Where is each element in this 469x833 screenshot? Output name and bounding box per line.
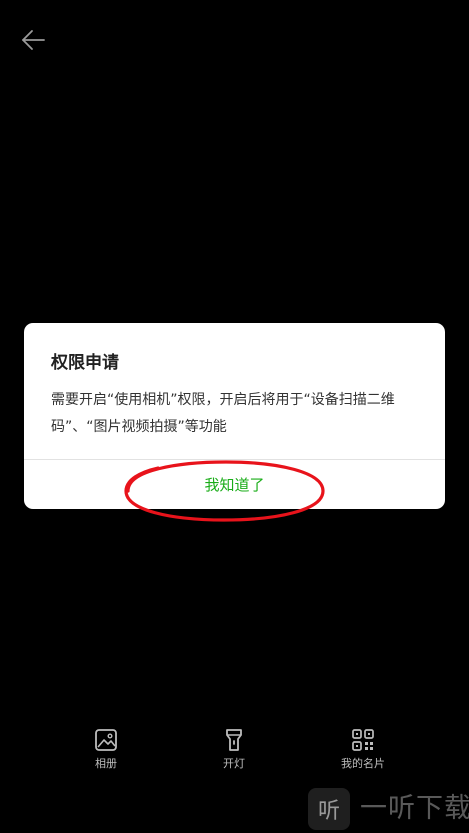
my-card-label: 我的名片	[341, 757, 385, 770]
watermark: 听 一听下载	[306, 786, 469, 830]
flashlight-label: 开灯	[223, 757, 245, 770]
album-label: 相册	[95, 757, 117, 770]
album-button[interactable]: 相册	[66, 727, 146, 771]
dialog-message: 需要开启“使用相机”权限，开启后将用于“设备扫描二维码”、“图片视频拍摄”等功能	[51, 392, 395, 435]
permission-dialog: 权限申请 需要开启“使用相机”权限，开启后将用于“设备扫描二维码”、“图片视频拍…	[24, 323, 445, 509]
back-button[interactable]	[18, 26, 48, 54]
watermark-text: 一听下载	[360, 793, 469, 824]
image-icon	[95, 729, 117, 751]
watermark-logo: 听	[308, 788, 350, 830]
confirm-button-label: 我知道了	[204, 476, 265, 494]
confirm-button[interactable]: 我知道了	[24, 460, 445, 509]
dialog-title: 权限申请	[51, 353, 119, 373]
qr-code-icon	[352, 729, 374, 751]
camera-scan-screen: 权限申请 需要开启“使用相机”权限，开启后将用于“设备扫描二维码”、“图片视频拍…	[0, 0, 469, 833]
flashlight-button[interactable]: 开灯	[194, 727, 274, 771]
arrow-left-icon	[22, 30, 45, 50]
flashlight-icon	[226, 729, 242, 751]
my-card-button[interactable]: 我的名片	[323, 727, 403, 771]
